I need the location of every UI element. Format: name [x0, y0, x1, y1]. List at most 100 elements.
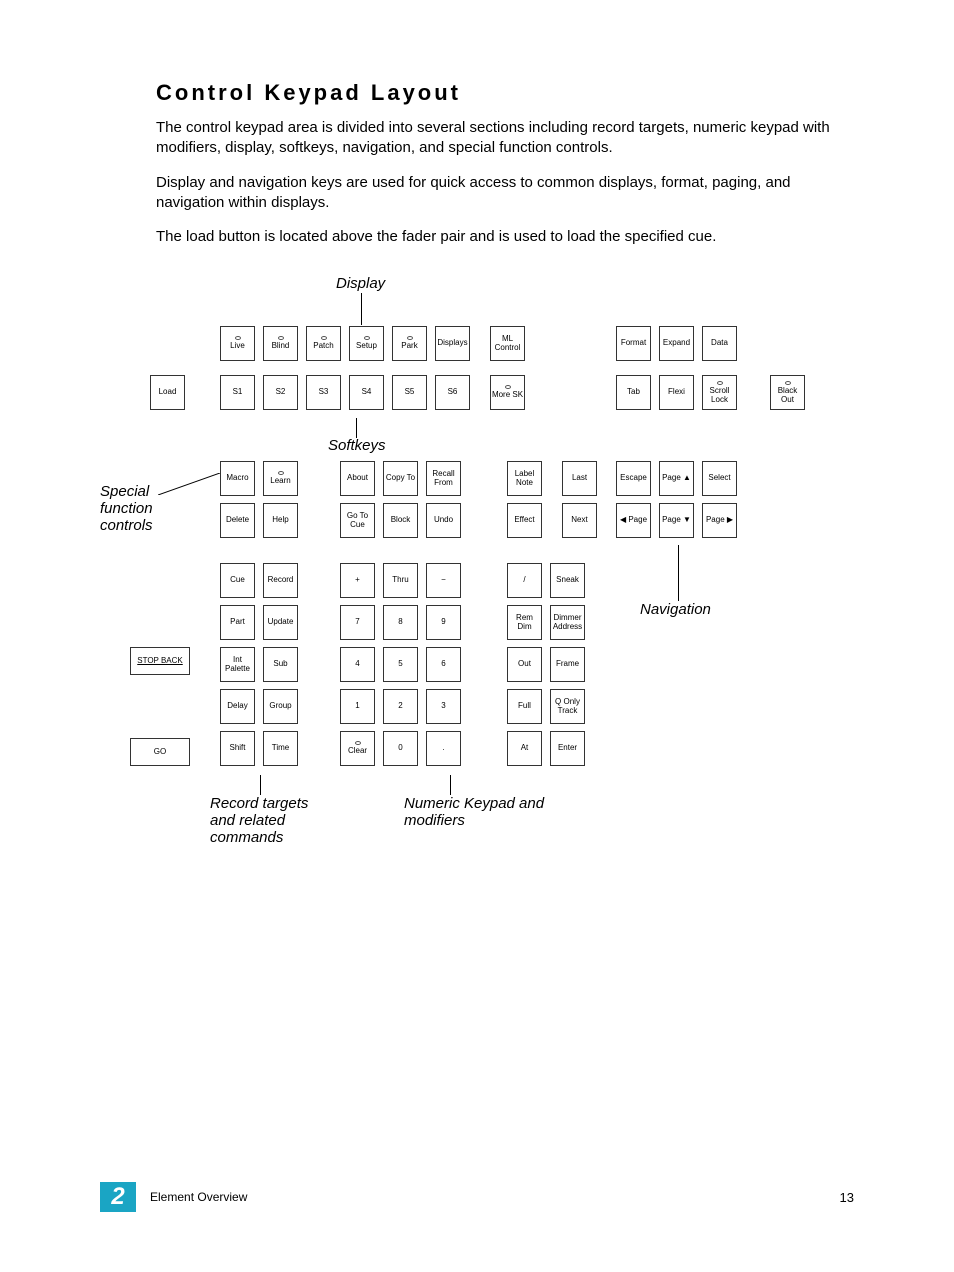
key-out: Out: [507, 647, 542, 682]
key-clear: Clear: [340, 731, 375, 766]
lamp-icon: [505, 385, 511, 389]
key-intpalette: Int Palette: [220, 647, 255, 682]
key-mlcontrol: ML Control: [490, 326, 525, 361]
key-recallfrom: Recall From: [426, 461, 461, 496]
key-time: Time: [263, 731, 298, 766]
key-tab: Tab: [616, 375, 651, 410]
keypad-diagram: Display Softkeys Special function contro…: [100, 275, 854, 865]
key-7: 7: [340, 605, 375, 640]
key-5: 5: [383, 647, 418, 682]
key-pagedown: Page ▼: [659, 503, 694, 538]
key-0: 0: [383, 731, 418, 766]
key-labelnote: Label Note: [507, 461, 542, 496]
key-flexi: Flexi: [659, 375, 694, 410]
key-displays: Displays: [435, 326, 470, 361]
key-setup: Setup: [349, 326, 384, 361]
leader-line-special: [158, 473, 220, 495]
key-dimmeraddress: Dimmer Address: [550, 605, 585, 640]
key-s3: S3: [306, 375, 341, 410]
key-block: Block: [383, 503, 418, 538]
key-s5: S5: [392, 375, 427, 410]
key-s6: S6: [435, 375, 470, 410]
callout-display: Display: [336, 275, 385, 292]
page-footer: 2 Element Overview 13: [100, 1182, 854, 1212]
key-enter: Enter: [550, 731, 585, 766]
key-scrolllock: Scroll Lock: [702, 375, 737, 410]
callout-record: Record targets and related commands: [210, 795, 330, 846]
key-sneak: Sneak: [550, 563, 585, 598]
key-record: Record: [263, 563, 298, 598]
key-update: Update: [263, 605, 298, 640]
key-qonlytrack: Q Only Track: [550, 689, 585, 724]
key-live: Live: [220, 326, 255, 361]
paragraph-3: The load button is located above the fad…: [156, 227, 854, 247]
key-macro: Macro: [220, 461, 255, 496]
key-group: Group: [263, 689, 298, 724]
key-3: 3: [426, 689, 461, 724]
key-shift: Shift: [220, 731, 255, 766]
key-effect: Effect: [507, 503, 542, 538]
key-pageleft: ◀ Page: [616, 503, 651, 538]
key-plus: +: [340, 563, 375, 598]
key-help: Help: [263, 503, 298, 538]
key-9: 9: [426, 605, 461, 640]
key-gotocue: Go To Cue: [340, 503, 375, 538]
lamp-icon: [364, 336, 370, 340]
key-undo: Undo: [426, 503, 461, 538]
key-data: Data: [702, 326, 737, 361]
key-frame: Frame: [550, 647, 585, 682]
key-last: Last: [562, 461, 597, 496]
key-copyto: Copy To: [383, 461, 418, 496]
key-next: Next: [562, 503, 597, 538]
key-s1: S1: [220, 375, 255, 410]
key-slash: /: [507, 563, 542, 598]
key-park: Park: [392, 326, 427, 361]
key-patch: Patch: [306, 326, 341, 361]
lamp-icon: [717, 381, 723, 385]
page-number: 13: [840, 1190, 854, 1205]
key-blackout: Black Out: [770, 375, 805, 410]
key-pageup: Page ▲: [659, 461, 694, 496]
key-select: Select: [702, 461, 737, 496]
key-escape: Escape: [616, 461, 651, 496]
key-sub: Sub: [263, 647, 298, 682]
key-moresk: More SK: [490, 375, 525, 410]
key-about: About: [340, 461, 375, 496]
key-stopback: STOP BACK: [130, 647, 190, 675]
key-4: 4: [340, 647, 375, 682]
key-delete: Delete: [220, 503, 255, 538]
lamp-icon: [785, 381, 791, 385]
key-s4: S4: [349, 375, 384, 410]
page-title: Control Keypad Layout: [156, 80, 854, 106]
key-thru: Thru: [383, 563, 418, 598]
key-s2: S2: [263, 375, 298, 410]
callout-softkeys: Softkeys: [328, 437, 386, 454]
key-load: Load: [150, 375, 185, 410]
lamp-icon: [235, 336, 241, 340]
key-6: 6: [426, 647, 461, 682]
key-go: GO: [130, 738, 190, 766]
key-format: Format: [616, 326, 651, 361]
key-pageright: Page ▶: [702, 503, 737, 538]
key-part: Part: [220, 605, 255, 640]
callout-numeric: Numeric Keypad and modifiers: [404, 795, 564, 829]
lamp-icon: [407, 336, 413, 340]
key-full: Full: [507, 689, 542, 724]
lamp-icon: [278, 336, 284, 340]
key-learn: Learn: [263, 461, 298, 496]
key-1: 1: [340, 689, 375, 724]
key-dot: .: [426, 731, 461, 766]
key-delay: Delay: [220, 689, 255, 724]
chapter-badge: 2: [100, 1182, 136, 1212]
key-at: At: [507, 731, 542, 766]
key-expand: Expand: [659, 326, 694, 361]
paragraph-1: The control keypad area is divided into …: [156, 118, 854, 159]
key-2: 2: [383, 689, 418, 724]
key-remdim: Rem Dim: [507, 605, 542, 640]
callout-navigation: Navigation: [640, 601, 711, 618]
paragraph-2: Display and navigation keys are used for…: [156, 173, 854, 214]
key-blind: Blind: [263, 326, 298, 361]
lamp-icon: [321, 336, 327, 340]
lamp-icon: [278, 471, 284, 475]
key-8: 8: [383, 605, 418, 640]
